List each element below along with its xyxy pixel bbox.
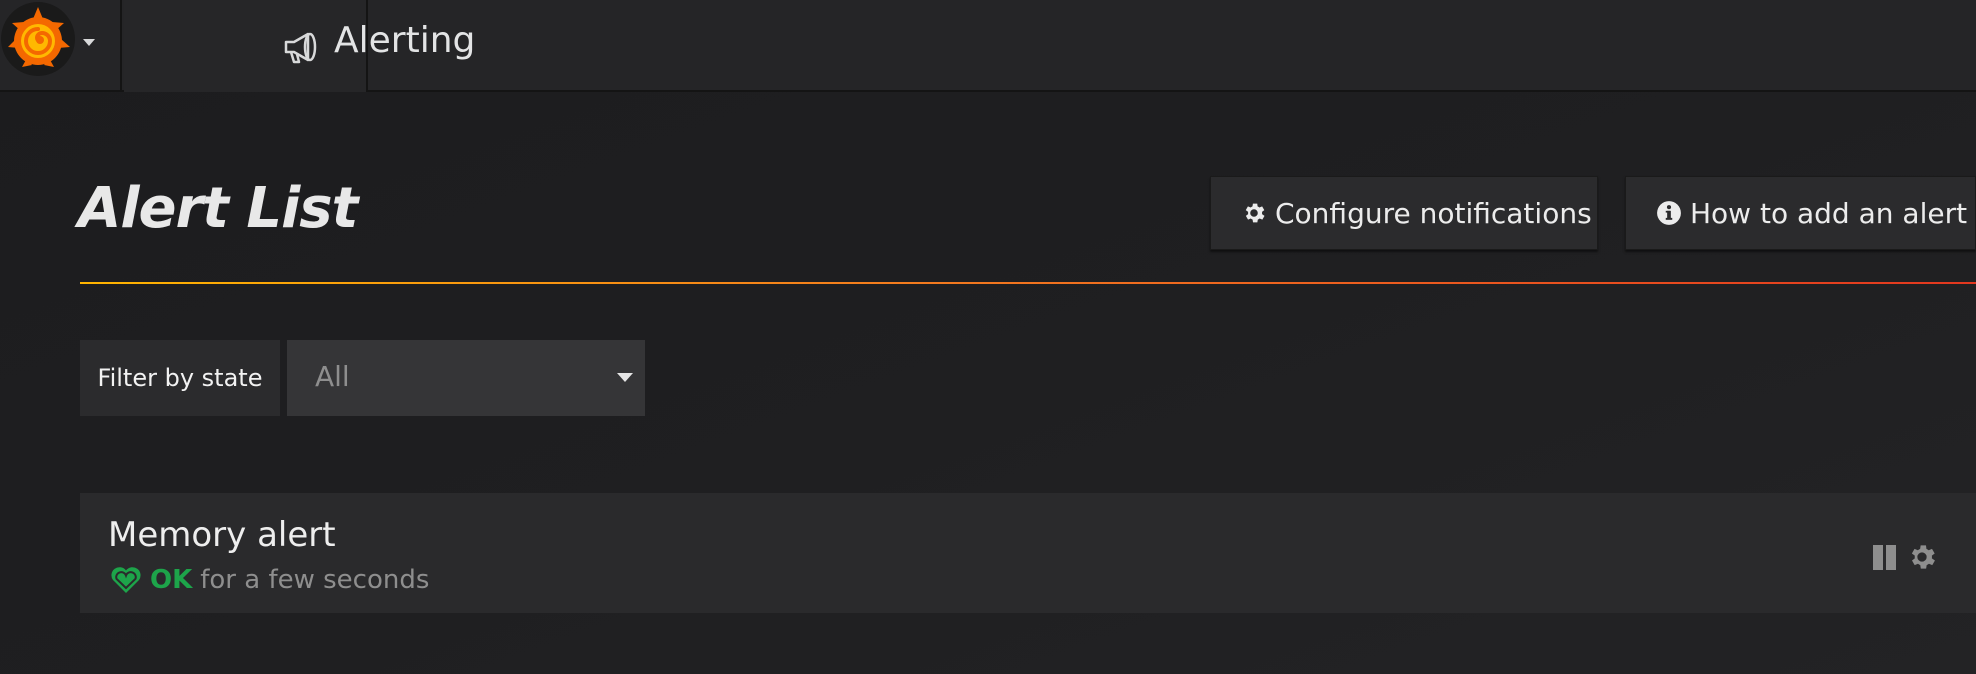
alert-name[interactable]: Memory alert xyxy=(108,515,336,555)
alert-actions xyxy=(1870,541,1938,573)
filter-state-select[interactable]: All xyxy=(287,340,645,416)
pause-icon[interactable] xyxy=(1870,542,1900,572)
gear-icon[interactable] xyxy=(1906,541,1938,573)
configure-notifications-label: Configure notifications xyxy=(1275,196,1592,230)
grafana-logo xyxy=(1,2,75,76)
alert-state: OK for a few seconds xyxy=(110,565,429,595)
page-title: Alert List xyxy=(78,176,358,241)
how-to-add-alert-label: How to add an alert xyxy=(1690,196,1968,230)
caret-down-icon xyxy=(83,39,95,46)
section-tab-alerting[interactable]: Alerting xyxy=(124,0,475,92)
caret-down-icon xyxy=(617,373,633,382)
main-menu-button[interactable] xyxy=(0,0,122,92)
section-title: Alerting xyxy=(334,20,476,61)
alert-state-text: OK xyxy=(150,565,193,595)
how-to-add-alert-button[interactable]: How to add an alert xyxy=(1625,176,1976,250)
filter-state-label: Filter by state xyxy=(80,340,280,416)
info-icon xyxy=(1657,201,1681,225)
gear-icon xyxy=(1245,203,1265,223)
heart-icon xyxy=(111,567,141,593)
alert-list-item[interactable]: Memory alert OK for a few seconds xyxy=(80,493,1976,613)
alert-state-duration: for a few seconds xyxy=(200,565,430,595)
megaphone-icon xyxy=(284,32,317,64)
page: Alerting Alert List Configure notificati… xyxy=(0,0,1976,674)
top-navbar: Alerting xyxy=(0,0,1976,92)
configure-notifications-button[interactable]: Configure notifications xyxy=(1210,176,1598,250)
filter-selected-value: All xyxy=(315,360,350,393)
title-divider xyxy=(80,282,1976,284)
